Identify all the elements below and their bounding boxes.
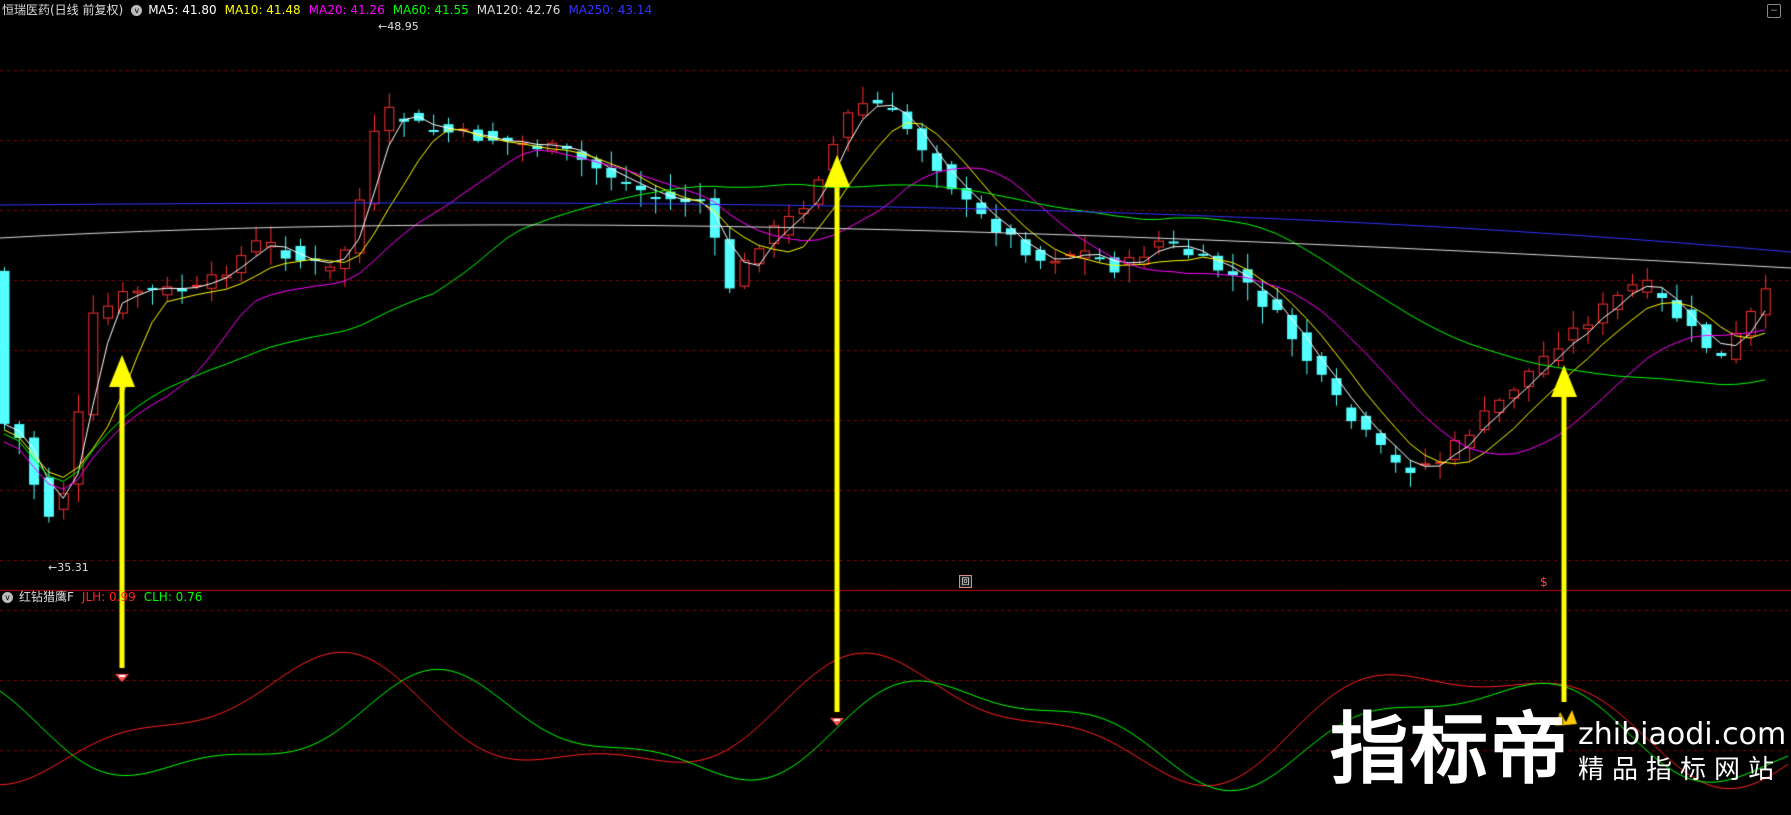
dollar-marker-icon[interactable]: $ bbox=[1540, 575, 1548, 589]
stock-name: 恒瑞医药(日线 前复权) bbox=[2, 3, 124, 17]
corner-button-icon[interactable]: − bbox=[1767, 4, 1781, 18]
toggle-circle-icon[interactable]: v bbox=[2, 591, 13, 603]
indicator-name: 红钻猎鹰F bbox=[19, 590, 74, 604]
watermark: 指标帝 zhibiaodi.com 精品指标网站 bbox=[1330, 700, 1786, 795]
watermark-url: zhibiaodi.com bbox=[1578, 717, 1787, 752]
candlestick-chart[interactable] bbox=[0, 0, 1791, 815]
clh-label: CLH: 0.76 bbox=[143, 590, 203, 604]
ma250-label: MA250: 43.14 bbox=[568, 3, 653, 17]
toggle-circle-icon[interactable]: v bbox=[131, 4, 143, 16]
low-price-label: ←35.31 bbox=[48, 561, 89, 574]
sub-panel-header: v 红钻猎鹰F JLH: 0.99 CLH: 0.76 bbox=[2, 588, 210, 606]
ma60-label: MA60: 41.55 bbox=[392, 3, 469, 17]
ma5-label: MA5: 41.80 bbox=[148, 3, 217, 17]
high-price-label: ←48.95 bbox=[378, 20, 419, 33]
ma120-label: MA120: 42.76 bbox=[476, 3, 561, 17]
watermark-main: 指标帝 bbox=[1330, 705, 1571, 795]
watermark-sub: 精品指标网站 bbox=[1578, 755, 1783, 785]
ma20-label: MA20: 41.26 bbox=[308, 3, 385, 17]
square-marker-icon[interactable]: 回 bbox=[959, 575, 972, 588]
main-panel-header: 恒瑞医药(日线 前复权) v MA5: 41.80 MA10: 41.48 MA… bbox=[2, 1, 660, 19]
ma10-label: MA10: 41.48 bbox=[224, 3, 301, 17]
jlh-label: JLH: 0.99 bbox=[81, 590, 136, 604]
